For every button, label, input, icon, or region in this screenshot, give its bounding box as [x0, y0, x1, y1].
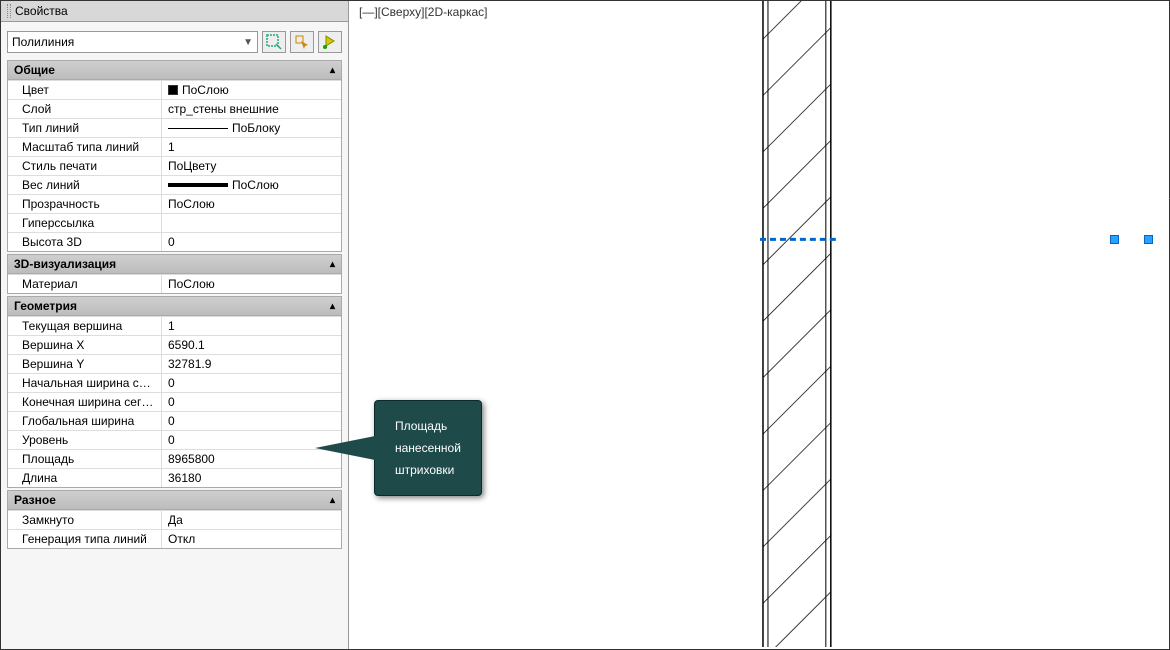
section-header-3dviz[interactable]: 3D-визуализация▴ [8, 255, 341, 274]
panel-body: Полилиния ▼ Общие▴ Цвет [1, 22, 348, 649]
prop-row-transparency[interactable]: ПрозрачностьПоСлою [8, 194, 341, 213]
prop-row-start-width[interactable]: Начальная ширина се…0 [8, 373, 341, 392]
drawing-viewport[interactable]: [—][Сверху][2D-каркас] ✋ [349, 1, 1169, 649]
panel-header[interactable]: Свойства [1, 1, 348, 22]
tooltip-arrow-icon [315, 436, 375, 460]
prop-row-cur-vertex[interactable]: Текущая вершина1 [8, 316, 341, 335]
section-3dviz: 3D-визуализация▴ МатериалПоСлою [7, 254, 342, 294]
prop-row-color[interactable]: Цвет ПоСлою [8, 80, 341, 99]
collapse-icon: ▴ [330, 301, 335, 312]
prop-row-lineweight[interactable]: Вес линийПоСлою [8, 175, 341, 194]
color-swatch-icon [168, 85, 178, 95]
collapse-icon: ▴ [330, 259, 335, 270]
prop-row-material[interactable]: МатериалПоСлою [8, 274, 341, 293]
lineweight-sample-icon [168, 183, 228, 187]
drawing-canvas[interactable] [349, 1, 1169, 647]
prop-row-hyperlink[interactable]: Гиперссылка [8, 213, 341, 232]
prop-row-vertex-y[interactable]: Вершина Y32781.9 [8, 354, 341, 373]
linetype-sample-icon [168, 128, 228, 129]
selection-grip[interactable] [1144, 235, 1153, 244]
section-geometry: Геометрия▴ Текущая вершина1 Вершина X659… [7, 296, 342, 488]
collapse-icon: ▴ [330, 495, 335, 506]
section-header-general[interactable]: Общие▴ [8, 61, 341, 80]
section-misc: Разное▴ ЗамкнутоДа Генерация типа линийО… [7, 490, 342, 549]
selection-grip[interactable] [1110, 235, 1119, 244]
prop-row-end-width[interactable]: Конечная ширина сег…0 [8, 392, 341, 411]
prop-row-length[interactable]: Длина36180 [8, 468, 341, 487]
drag-handle-icon[interactable] [7, 4, 11, 18]
panel-title: Свойства [15, 4, 68, 18]
collapse-icon: ▴ [330, 65, 335, 76]
object-type-select[interactable]: Полилиния ▼ [7, 31, 258, 53]
annotation-tooltip: Площадь нанесенной штриховки [374, 400, 482, 496]
prop-row-height3d[interactable]: Высота 3D0 [8, 232, 341, 251]
prop-row-vertex-x[interactable]: Вершина X6590.1 [8, 335, 341, 354]
quick-select-button[interactable] [262, 31, 286, 53]
prop-row-plotstyle[interactable]: Стиль печатиПоЦвету [8, 156, 341, 175]
section-general: Общие▴ Цвет ПоСлою Слойстр_стены внешние… [7, 60, 342, 252]
prop-row-linetype[interactable]: Тип линийПоБлоку [8, 118, 341, 137]
prop-row-elevation[interactable]: Уровень0 [8, 430, 341, 449]
prop-row-linescale[interactable]: Масштаб типа линий1 [8, 137, 341, 156]
prop-row-global-width[interactable]: Глобальная ширина0 [8, 411, 341, 430]
prop-row-closed[interactable]: ЗамкнутоДа [8, 510, 341, 529]
prop-row-layer[interactable]: Слойстр_стены внешние [8, 99, 341, 118]
prop-row-ltgen[interactable]: Генерация типа линийОткл [8, 529, 341, 548]
select-objects-button[interactable] [290, 31, 314, 53]
section-header-geometry[interactable]: Геометрия▴ [8, 297, 341, 316]
section-header-misc[interactable]: Разное▴ [8, 491, 341, 510]
toggle-pickadd-button[interactable] [318, 31, 342, 53]
prop-row-area[interactable]: Площадь8965800 [8, 449, 341, 468]
caret-down-icon: ▼ [243, 37, 253, 48]
select-value: Полилиния [12, 35, 74, 49]
properties-panel: Свойства Полилиния ▼ [1, 1, 349, 649]
